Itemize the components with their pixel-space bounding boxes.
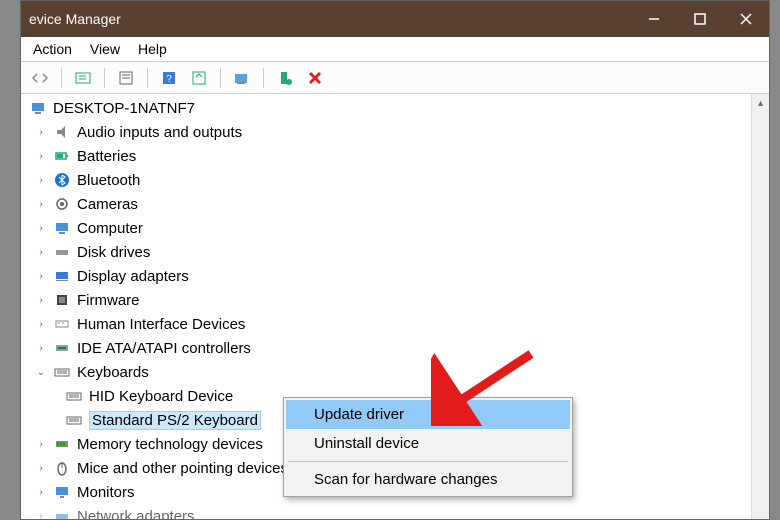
minimize-button[interactable] xyxy=(631,1,677,37)
scan-hardware-icon[interactable] xyxy=(231,67,253,89)
vertical-scrollbar[interactable]: ▴ xyxy=(751,94,769,519)
tree-item-label: Keyboards xyxy=(77,364,149,381)
chevron-right-icon: › xyxy=(35,295,47,306)
tree-item-label: Audio inputs and outputs xyxy=(77,124,242,141)
context-update-driver[interactable]: Update driver xyxy=(286,400,570,429)
menubar: Action View Help xyxy=(21,37,769,62)
mouse-icon xyxy=(53,459,71,477)
chevron-down-icon: ⌄ xyxy=(35,367,47,378)
tree-item-firmware[interactable]: › Firmware xyxy=(29,288,745,312)
tree-item-audio[interactable]: › Audio inputs and outputs xyxy=(29,120,745,144)
chevron-right-icon: › xyxy=(35,199,47,210)
chevron-right-icon: › xyxy=(35,151,47,162)
battery-icon xyxy=(53,147,71,165)
scroll-up-icon[interactable]: ▴ xyxy=(752,94,769,112)
device-manager-window: evice Manager Action View Help ? xyxy=(20,0,770,520)
hid-icon xyxy=(53,315,71,333)
close-button[interactable] xyxy=(723,1,769,37)
context-item-label: Scan for hardware changes xyxy=(314,471,497,488)
context-item-label: Uninstall device xyxy=(314,435,419,452)
svg-text:?: ? xyxy=(166,74,172,85)
chevron-right-icon: › xyxy=(35,487,47,498)
context-menu: Update driver Uninstall device Scan for … xyxy=(283,397,573,497)
chevron-right-icon: › xyxy=(35,319,47,330)
chevron-right-icon: › xyxy=(35,343,47,354)
action-icon[interactable] xyxy=(188,67,210,89)
tree-item-label: Display adapters xyxy=(77,268,189,285)
tree-item-label: Disk drives xyxy=(77,244,150,261)
chevron-right-icon: › xyxy=(35,463,47,474)
add-driver-icon[interactable] xyxy=(274,67,296,89)
tree-item-batteries[interactable]: › Batteries xyxy=(29,144,745,168)
menu-help[interactable]: Help xyxy=(138,41,167,57)
tree-item-label: Standard PS/2 Keyboard xyxy=(89,411,261,430)
tree-item-bluetooth[interactable]: › Bluetooth xyxy=(29,168,745,192)
display-icon xyxy=(53,267,71,285)
back-fwd-icon[interactable] xyxy=(29,67,51,89)
tree-item-label: Cameras xyxy=(77,196,138,213)
tree-item-computer[interactable]: › Computer xyxy=(29,216,745,240)
tree-item-label: Network adapters xyxy=(77,508,195,520)
disk-icon xyxy=(53,243,71,261)
tree-item-label: HID Keyboard Device xyxy=(89,388,233,405)
chevron-right-icon: › xyxy=(35,247,47,258)
chevron-right-icon: › xyxy=(35,223,47,234)
tree-root[interactable]: DESKTOP-1NATNF7 xyxy=(29,96,745,120)
window-title: evice Manager xyxy=(29,11,631,27)
chevron-right-icon: › xyxy=(35,511,47,520)
tree-root-label: DESKTOP-1NATNF7 xyxy=(53,100,195,117)
context-uninstall-device[interactable]: Uninstall device xyxy=(286,429,570,458)
tree-item-label: Memory technology devices xyxy=(77,436,263,453)
context-scan-hardware[interactable]: Scan for hardware changes xyxy=(286,465,570,494)
chevron-right-icon: › xyxy=(35,271,47,282)
tree-item-label: Monitors xyxy=(77,484,135,501)
tree-item-label: Human Interface Devices xyxy=(77,316,245,333)
computer-root-icon xyxy=(29,99,47,117)
bluetooth-icon xyxy=(53,171,71,189)
tree-item-label: Mice and other pointing devices xyxy=(77,460,288,477)
menu-divider xyxy=(288,461,568,462)
titlebar: evice Manager xyxy=(21,1,769,37)
content-area: DESKTOP-1NATNF7 › Audio inputs and output… xyxy=(21,94,769,519)
menu-action[interactable]: Action xyxy=(33,41,72,57)
tree-item-keyboards[interactable]: ⌄ Keyboards xyxy=(29,360,745,384)
chevron-right-icon: › xyxy=(35,175,47,186)
tree-item-label: Bluetooth xyxy=(77,172,140,189)
uninstall-icon[interactable] xyxy=(304,67,326,89)
toolbar: ? xyxy=(21,62,769,94)
tree-item-network[interactable]: › Network adapters xyxy=(29,504,745,519)
tree-item-hid[interactable]: › Human Interface Devices xyxy=(29,312,745,336)
computer-icon xyxy=(53,219,71,237)
camera-icon xyxy=(53,195,71,213)
properties-icon[interactable] xyxy=(115,67,137,89)
tree-item-label: Firmware xyxy=(77,292,140,309)
tree-item-label: Batteries xyxy=(77,148,136,165)
monitor-icon xyxy=(53,483,71,501)
tree-item-display-adapters[interactable]: › Display adapters xyxy=(29,264,745,288)
keyboard-icon xyxy=(65,387,83,405)
ide-icon xyxy=(53,339,71,357)
tree-item-disk-drives[interactable]: › Disk drives xyxy=(29,240,745,264)
tree-item-cameras[interactable]: › Cameras xyxy=(29,192,745,216)
tree-item-ide[interactable]: › IDE ATA/ATAPI controllers xyxy=(29,336,745,360)
maximize-button[interactable] xyxy=(677,1,723,37)
audio-icon xyxy=(53,123,71,141)
menu-view[interactable]: View xyxy=(90,41,120,57)
tree-item-label: Computer xyxy=(77,220,143,237)
tree-item-label: IDE ATA/ATAPI controllers xyxy=(77,340,251,357)
show-hidden-icon[interactable] xyxy=(72,67,94,89)
help-icon[interactable]: ? xyxy=(158,67,180,89)
chevron-right-icon: › xyxy=(35,439,47,450)
keyboard-icon xyxy=(65,411,83,429)
chevron-right-icon: › xyxy=(35,127,47,138)
keyboard-icon xyxy=(53,363,71,381)
firmware-icon xyxy=(53,291,71,309)
memory-icon xyxy=(53,435,71,453)
context-item-label: Update driver xyxy=(314,406,404,423)
network-icon xyxy=(53,507,71,519)
